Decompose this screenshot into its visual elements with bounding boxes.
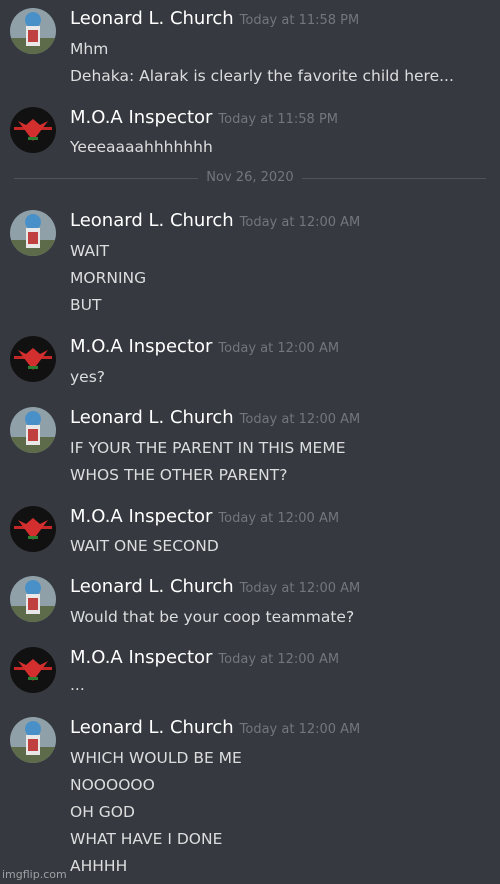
timestamp: Today at 11:58 PM xyxy=(239,13,360,28)
message-text: WAIT ONE SECOND xyxy=(70,537,219,555)
timestamp: Today at 12:00 AM xyxy=(218,511,340,526)
timestamp: Today at 12:00 AM xyxy=(239,581,361,596)
message-text: WHAT HAVE I DONE xyxy=(70,830,223,848)
username[interactable]: M.O.A Inspector xyxy=(70,506,212,527)
username[interactable]: M.O.A Inspector xyxy=(70,336,212,357)
message-header: Leonard L. Church Today at 12:00 AM xyxy=(70,407,360,428)
message-header: Leonard L. Church Today at 12:00 AM xyxy=(70,576,360,597)
timestamp: Today at 12:00 AM xyxy=(218,652,340,667)
caboose-avatar-icon[interactable] xyxy=(10,8,56,54)
date-divider-label: Nov 26, 2020 xyxy=(198,170,302,185)
imgflip-watermark: imgflip.com xyxy=(2,868,67,881)
arstotzka-eagle-avatar-icon[interactable] xyxy=(10,647,56,693)
message-text: Would that be your coop teammate? xyxy=(70,608,355,626)
message-header: M.O.A Inspector Today at 12:00 AM xyxy=(70,647,339,668)
username[interactable]: Leonard L. Church xyxy=(70,8,234,29)
message-text: MORNING xyxy=(70,269,147,287)
timestamp: Today at 12:00 AM xyxy=(218,341,340,356)
timestamp: Today at 11:58 PM xyxy=(218,112,338,127)
message-text: ... xyxy=(70,676,85,694)
message-text: NOOOOOO xyxy=(70,776,155,794)
message-text: WHOS THE OTHER PARENT? xyxy=(70,466,288,484)
caboose-avatar-icon[interactable] xyxy=(10,210,56,256)
message-text: Yeeeaaaahhhhhhh xyxy=(70,138,213,156)
arstotzka-eagle-avatar-icon[interactable] xyxy=(10,107,56,153)
message-header: M.O.A Inspector Today at 12:00 AM xyxy=(70,506,339,527)
message-header: Leonard L. Church Today at 12:00 AM xyxy=(70,717,360,738)
username[interactable]: Leonard L. Church xyxy=(70,210,234,231)
username[interactable]: M.O.A Inspector xyxy=(70,107,212,128)
message-text: AHHHH xyxy=(70,857,128,875)
message-header: M.O.A Inspector Today at 11:58 PM xyxy=(70,107,338,128)
message-text: Mhm xyxy=(70,40,109,58)
timestamp: Today at 12:00 AM xyxy=(239,412,361,427)
message-header: M.O.A Inspector Today at 12:00 AM xyxy=(70,336,339,357)
message-text: IF YOUR THE PARENT IN THIS MEME xyxy=(70,439,346,457)
message-text: OH GOD xyxy=(70,803,135,821)
caboose-avatar-icon[interactable] xyxy=(10,576,56,622)
username[interactable]: M.O.A Inspector xyxy=(70,647,212,668)
message-text: WHICH WOULD BE ME xyxy=(70,749,242,767)
username[interactable]: Leonard L. Church xyxy=(70,717,234,738)
caboose-avatar-icon[interactable] xyxy=(10,717,56,763)
username[interactable]: Leonard L. Church xyxy=(70,407,234,428)
message-text: Dehaka: Alarak is clearly the favorite c… xyxy=(70,67,454,85)
username[interactable]: Leonard L. Church xyxy=(70,576,234,597)
timestamp: Today at 12:00 AM xyxy=(239,722,361,737)
message-header: Leonard L. Church Today at 12:00 AM xyxy=(70,210,360,231)
message-header: Leonard L. Church Today at 11:58 PM xyxy=(70,8,359,29)
message-text: yes? xyxy=(70,368,106,386)
arstotzka-eagle-avatar-icon[interactable] xyxy=(10,336,56,382)
caboose-avatar-icon[interactable] xyxy=(10,407,56,453)
timestamp: Today at 12:00 AM xyxy=(239,215,361,230)
date-divider: Nov 26, 2020 xyxy=(0,170,500,185)
arstotzka-eagle-avatar-icon[interactable] xyxy=(10,506,56,552)
message-text: BUT xyxy=(70,296,102,314)
message-text: WAIT xyxy=(70,242,110,260)
